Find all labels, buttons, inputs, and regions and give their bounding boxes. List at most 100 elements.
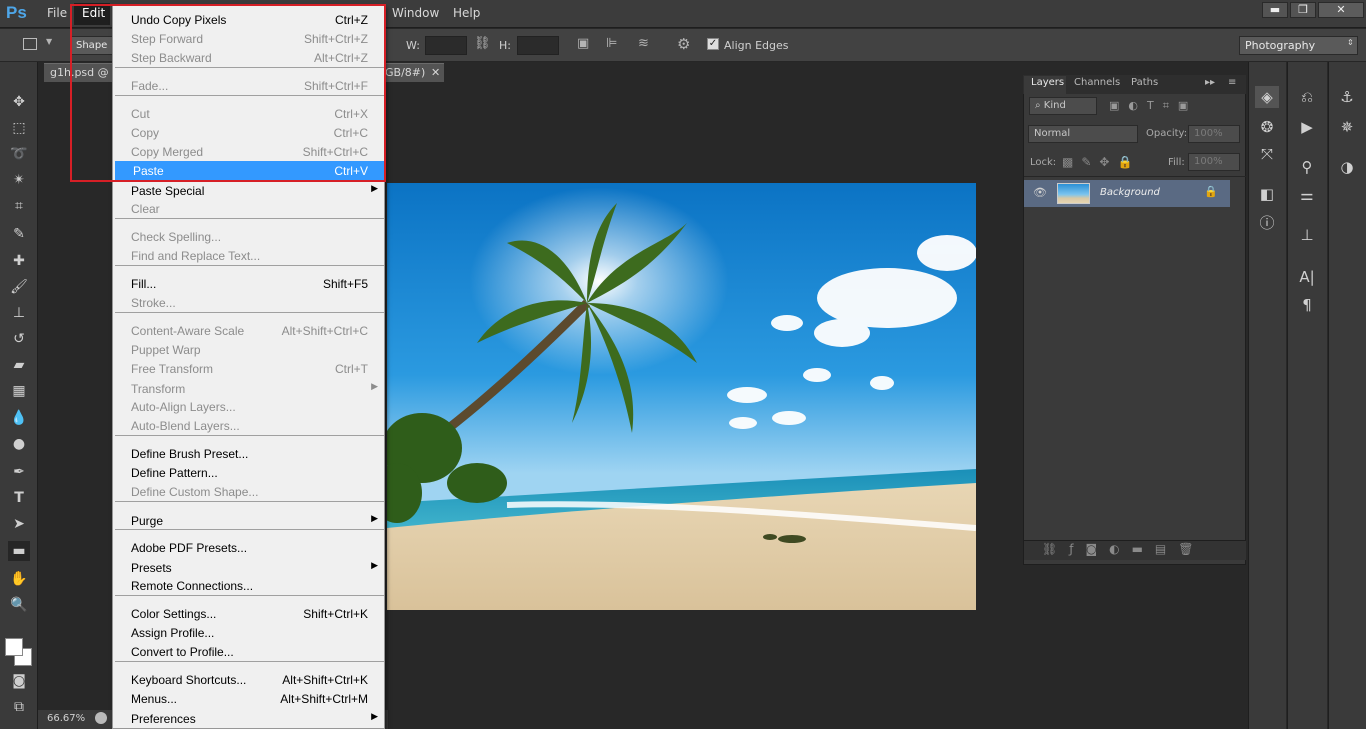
history-brush-tool-icon[interactable]: ↺ (8, 329, 30, 349)
menu-item-presets[interactable]: Presets ▶ (113, 558, 384, 577)
eraser-tool-icon[interactable]: ▰ (8, 355, 30, 375)
layers-panel-icon[interactable]: ◈ (1255, 86, 1279, 108)
tool-presets-icon[interactable]: ⚓ (1335, 86, 1359, 108)
workspace-select[interactable]: Photography (1239, 36, 1358, 55)
quick-mask-icon[interactable]: ◙ (8, 671, 30, 691)
restore-button[interactable]: ❐ (1290, 2, 1316, 18)
height-input[interactable] (517, 36, 559, 55)
panel-menu-icon[interactable]: ≡ (1228, 77, 1236, 88)
menu-item-define-pattern[interactable]: Define Pattern... (113, 463, 384, 482)
layer-name[interactable]: Background (1100, 187, 1160, 198)
panel-collapse-icon[interactable]: ▸▸ (1205, 77, 1215, 88)
menu-item-color-settings[interactable]: Color Settings... Shift+Ctrl+K (113, 604, 384, 623)
menu-item-find-and-replace-text[interactable]: Find and Replace Text... (113, 246, 384, 265)
menu-item-define-custom-shape[interactable]: Define Custom Shape... (113, 482, 384, 501)
rectangle-tool-icon[interactable]: ▬ (8, 541, 30, 561)
type-tool-icon[interactable]: T (8, 488, 30, 508)
zoom-tool-icon[interactable]: 🔍 (8, 595, 30, 615)
path-alignment-icon[interactable]: ⊫ (606, 36, 617, 51)
menu-item-auto-blend-layers[interactable]: Auto-Blend Layers... (113, 416, 384, 435)
brush-tool-icon[interactable]: 🖌 (8, 277, 30, 297)
menu-item-keyboard-shortcuts[interactable]: Keyboard Shortcuts... Alt+Shift+Ctrl+K (113, 670, 384, 689)
menu-item-auto-align-layers[interactable]: Auto-Align Layers... (113, 397, 384, 416)
status-info-icon[interactable] (95, 712, 107, 724)
tab-layers[interactable]: Layers (1031, 77, 1064, 88)
width-input[interactable] (425, 36, 467, 55)
move-tool-icon[interactable]: ✥ (8, 92, 30, 112)
link-icon[interactable]: ⛓ (474, 36, 491, 51)
menu-item-purge[interactable]: Purge ▶ (113, 511, 384, 530)
brush-presets-icon[interactable]: ⚌ (1295, 184, 1319, 206)
marquee-tool-icon[interactable]: ⬚ (8, 118, 30, 138)
menu-item-assign-profile[interactable]: Assign Profile... (113, 623, 384, 642)
minimize-button[interactable]: ▬ (1262, 2, 1288, 18)
menu-item-free-transform[interactable]: Free Transform Ctrl+T (113, 359, 384, 378)
menu-item-label: Menus... (131, 692, 178, 706)
tab-channels[interactable]: Channels (1074, 77, 1120, 88)
path-operations-icon[interactable]: ▣ (577, 36, 589, 51)
workspace-chevron-icon: ⇕ (1347, 38, 1354, 47)
lasso-tool-icon[interactable]: ➰ (8, 144, 30, 164)
menu-item-define-brush-preset[interactable]: Define Brush Preset... (113, 444, 384, 463)
menu-item-content-aware-scale[interactable]: Content-Aware Scale Alt+Shift+Ctrl+C (113, 321, 384, 340)
eyedropper-tool-icon[interactable]: ✎ (8, 224, 30, 244)
close-button[interactable]: ✕ (1318, 2, 1364, 18)
color-panel-icon[interactable]: ◑ (1335, 156, 1359, 178)
lock-option-icons[interactable]: ▩✎✥🔒 (1062, 155, 1140, 169)
channels-panel-icon[interactable]: ❂ (1255, 116, 1279, 138)
menu-item-clear[interactable]: Clear (113, 199, 384, 218)
menu-item-transform[interactable]: Transform ▶ (113, 379, 384, 398)
rectangle-tool-preset-icon[interactable] (23, 38, 37, 50)
menu-item-convert-to-profile[interactable]: Convert to Profile... (113, 642, 384, 661)
menu-item-puppet-warp[interactable]: Puppet Warp (113, 340, 384, 359)
menu-item-remote-connections[interactable]: Remote Connections... (113, 576, 384, 595)
paths-panel-icon[interactable]: ⤧ (1255, 143, 1279, 165)
menu-item-adobe-pdf-presets[interactable]: Adobe PDF Presets... (113, 538, 384, 557)
zoom-level[interactable]: 66.67% (47, 713, 85, 724)
gradient-tool-icon[interactable]: ▦ (8, 381, 30, 401)
gear-icon[interactable]: ⚙ (677, 35, 690, 53)
visibility-eye-icon[interactable]: 👁 (1033, 186, 1047, 199)
layers-footer-icons[interactable]: ⛓ƒ◙◐▬▤🗑 (1042, 542, 1205, 556)
path-selection-tool-icon[interactable]: ➤ (8, 514, 30, 534)
menu-item-paste-special[interactable]: Paste Special ▶ (113, 181, 384, 200)
menu-window[interactable]: Window (392, 6, 439, 20)
menu-item-fill[interactable]: Fill... Shift+F5 (113, 274, 384, 293)
menu-item-stroke[interactable]: Stroke... (113, 293, 384, 312)
adjustments-panel-icon[interactable]: ◧ (1255, 183, 1279, 205)
pen-tool-icon[interactable]: ✒ (8, 462, 30, 482)
crop-tool-icon[interactable]: ⌗ (8, 196, 30, 216)
brush-panel-icon[interactable]: ⚲ (1295, 156, 1319, 178)
menu-item-menus[interactable]: Menus... Alt+Shift+Ctrl+M (113, 689, 384, 708)
filter-type-icons[interactable]: ▣◐T⌗▣ (1109, 99, 1197, 113)
healing-brush-tool-icon[interactable]: ✚ (8, 251, 30, 271)
actions-panel-icon[interactable]: ▶ (1295, 116, 1319, 138)
align-edges-label: Align Edges (724, 39, 789, 52)
menu-help[interactable]: Help (453, 6, 480, 20)
blend-mode-select[interactable]: Normal (1028, 125, 1138, 143)
navigator-icon[interactable]: ✵ (1335, 116, 1359, 138)
tab-close-icon[interactable]: ✕ (431, 66, 440, 79)
paragraph-panel-icon[interactable]: ¶ (1295, 294, 1319, 316)
opacity-input[interactable]: 100% (1188, 125, 1240, 143)
magic-wand-tool-icon[interactable]: ✴ (8, 170, 30, 190)
fill-input[interactable]: 100% (1188, 153, 1240, 171)
dodge-tool-icon[interactable]: ● (8, 434, 30, 454)
tab-paths[interactable]: Paths (1131, 77, 1158, 88)
path-arrangement-icon[interactable]: ≋ (638, 36, 649, 51)
clone-source-icon[interactable]: ⊥ (1295, 224, 1319, 246)
menu-item-preferences[interactable]: Preferences ▶ (113, 709, 384, 728)
blur-tool-icon[interactable]: 💧 (8, 408, 30, 428)
menu-item-check-spelling[interactable]: Check Spelling... (113, 227, 384, 246)
align-edges-checkbox[interactable]: ✓ (707, 38, 719, 50)
character-panel-icon[interactable]: A| (1295, 266, 1319, 288)
info-panel-icon[interactable]: ⓘ (1255, 212, 1279, 234)
foreground-color-swatch[interactable] (5, 638, 23, 656)
hand-tool-icon[interactable]: ✋ (8, 569, 30, 589)
screen-mode-icon[interactable]: ⧉ (8, 697, 30, 717)
filter-kind-select[interactable]: ⌕ Kind (1029, 97, 1097, 115)
clone-stamp-tool-icon[interactable]: ⊥ (8, 303, 30, 323)
chevron-down-icon[interactable]: ▼ (46, 37, 52, 46)
history-panel-icon[interactable]: ⎌ (1295, 86, 1319, 108)
menu-file[interactable]: File (47, 6, 67, 20)
